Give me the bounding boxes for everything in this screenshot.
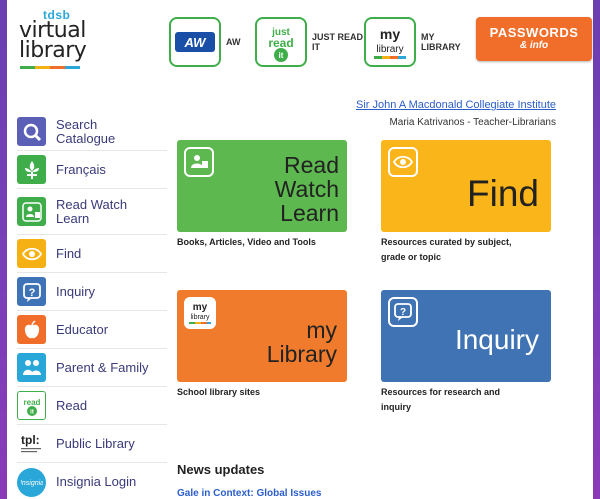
tile-read-l1: Read — [284, 152, 339, 178]
sidebar-item-search-catalogue[interactable]: Search Catalogue — [17, 113, 167, 151]
fleur-de-lis-icon — [17, 155, 46, 184]
svg-text:read: read — [268, 36, 293, 50]
tile-inquiry-caption-line2: inquiry — [381, 402, 412, 412]
insignia-logo-icon: Insignia — [17, 467, 46, 497]
my-library-tile-icon: my library — [184, 297, 216, 329]
sidebar-label: Inquiry — [56, 283, 96, 299]
question-icon: ? — [17, 277, 46, 306]
passwords-title: PASSWORDS — [489, 25, 579, 40]
tile-read-l2: Watch — [274, 176, 339, 202]
tile-find-caption: Resources curated by subject, grade or t… — [381, 235, 512, 265]
sidebar-item-educator[interactable]: Educator — [17, 311, 167, 349]
svg-text:?: ? — [28, 287, 35, 299]
sidebar-item-parent-family[interactable]: Parent & Family — [17, 349, 167, 387]
sidebar-label: Search Catalogue — [56, 116, 116, 146]
svg-text:my: my — [380, 26, 400, 42]
tile-read-watch-learn[interactable]: Read Watch Learn — [177, 140, 347, 232]
school-link[interactable]: Sir John A Macdonald Collegiate Institut… — [356, 99, 556, 111]
school-staff: Maria Katrivanos - Teacher-Librarians — [389, 117, 556, 128]
read-watch-learn-tile-icon — [184, 147, 214, 177]
question-tile-icon: ? — [388, 297, 418, 327]
sidebar-item-inquiry[interactable]: ? Inquiry — [17, 273, 167, 311]
sidebar-item-read[interactable]: read it Read — [17, 387, 167, 425]
sidebar-item-insignia-login[interactable]: Insignia Insignia Login — [17, 463, 167, 499]
svg-text:AW: AW — [184, 35, 208, 50]
virtual-library-logo[interactable]: tdsb virtual library — [19, 8, 109, 69]
svg-text:read: read — [23, 398, 40, 407]
tile-read-l3: Learn — [280, 200, 339, 226]
header-label-my-library: MY LIBRARY — [421, 32, 461, 52]
tile-find-caption-line1: Resources curated by subject, — [381, 237, 512, 247]
tile-mylib-l1: my — [306, 317, 337, 343]
tile-mylib-caption: School library sites — [177, 387, 261, 397]
svg-text:it: it — [30, 409, 34, 415]
header-item-just-read-it[interactable]: just read it JUST READ IT — [255, 17, 367, 67]
sidebar-label: Read Watch Learn — [56, 196, 128, 226]
apple-icon — [17, 315, 46, 344]
header-label-just-read-it: JUST READ IT — [312, 32, 364, 52]
magnifier-icon — [17, 117, 46, 146]
eye-tile-icon — [388, 147, 418, 177]
news-item-link[interactable]: Gale in Context: Global Issues — [177, 488, 321, 499]
tile-inquiry-label: Inquiry — [454, 324, 539, 355]
svg-text:?: ? — [400, 307, 406, 318]
tile-find[interactable]: Find — [381, 140, 551, 232]
aw-logo-icon: AW — [169, 17, 221, 67]
header-item-my-library[interactable]: my library MY LIBRARY — [364, 17, 476, 67]
tile-inquiry-caption: Resources for research and inquiry — [381, 385, 500, 415]
family-icon — [17, 353, 46, 382]
sidebar-label: Français — [56, 161, 106, 177]
just-read-it-logo-icon: just read it — [255, 17, 307, 67]
sidebar-label: Parent & Family — [56, 359, 149, 375]
tile-inquiry-caption-line1: Resources for research and — [381, 387, 501, 397]
sidebar: Search Catalogue Français Read Watch Lea… — [17, 113, 167, 499]
passwords-button[interactable]: PASSWORDS & info — [476, 17, 592, 61]
tile-inquiry[interactable]: ? Inquiry — [381, 290, 551, 382]
read-it-icon: read it — [17, 391, 46, 420]
sidebar-item-public-library[interactable]: tpl: Public Library — [17, 425, 167, 463]
sidebar-item-find[interactable]: Find — [17, 235, 167, 273]
svg-text:Insignia: Insignia — [21, 480, 43, 487]
tile-my-library[interactable]: my library my Library — [177, 290, 347, 382]
svg-text:library: library — [376, 44, 403, 55]
svg-text:my: my — [193, 302, 208, 313]
svg-text:tpl:: tpl: — [21, 433, 40, 447]
sidebar-label: Insignia Login — [56, 474, 137, 489]
tile-find-label: Find — [467, 173, 539, 214]
my-library-logo-icon: my library — [364, 17, 416, 67]
sidebar-label: Public Library — [56, 435, 135, 451]
sidebar-item-read-watch-learn[interactable]: Read Watch Learn — [17, 189, 167, 235]
sidebar-item-francais[interactable]: Français — [17, 151, 167, 189]
eye-icon — [17, 239, 46, 268]
sidebar-label: Educator — [56, 321, 109, 337]
tile-mylib-l2: Library — [266, 341, 337, 367]
sidebar-label: Find — [56, 245, 82, 261]
sidebar-label: Read — [56, 397, 88, 413]
passwords-sub: & info — [519, 40, 549, 51]
tile-find-caption-line2: grade or topic — [381, 252, 442, 262]
tile-read-caption: Books, Articles, Video and Tools — [177, 237, 316, 247]
svg-text:it: it — [279, 51, 284, 60]
read-watch-learn-icon — [17, 197, 46, 226]
page: tdsb virtual library AW AW just read it … — [7, 0, 593, 499]
svg-text:library: library — [190, 314, 210, 321]
tpl-logo-icon: tpl: — [17, 429, 46, 458]
logo-line2: library — [19, 38, 87, 63]
logo-color-bar — [20, 66, 80, 69]
news-title: News updates — [177, 462, 265, 477]
